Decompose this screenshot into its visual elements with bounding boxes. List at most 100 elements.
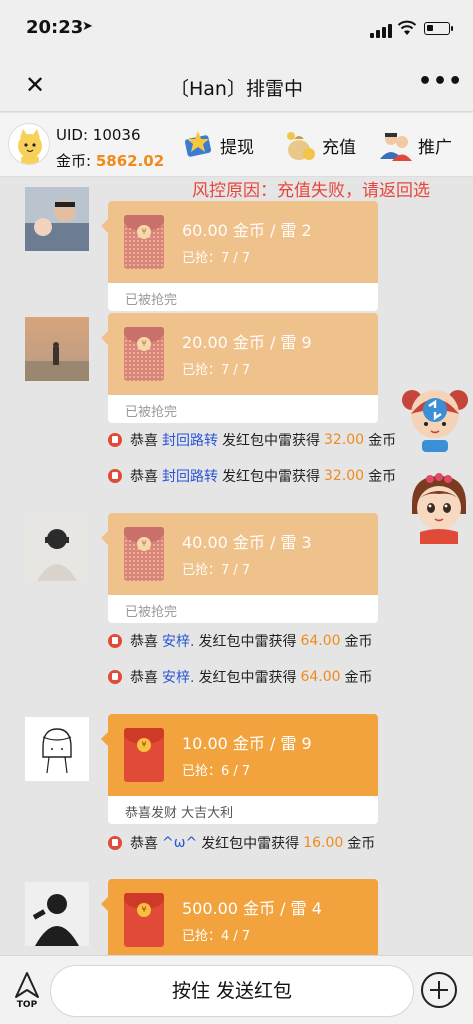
coins-label: 金币: <box>56 152 92 170</box>
sender-avatar[interactable] <box>25 517 89 581</box>
notice-prefix: 恭喜 <box>130 433 158 449</box>
sender-avatar[interactable] <box>25 717 89 781</box>
girl-sticker[interactable] <box>404 470 473 544</box>
arrow-up-icon <box>15 972 39 998</box>
nav-bar: ✕ 〔Han〕排雷中 ••• <box>0 60 473 112</box>
red-envelope-icon: ¥ <box>124 527 164 581</box>
notice-user[interactable]: 封回路转 <box>162 430 218 450</box>
notice-middle: 发红包中雷获得 <box>222 469 320 485</box>
sender-avatar[interactable] <box>25 882 89 946</box>
sender-avatar[interactable] <box>25 187 89 251</box>
red-packet-badge-icon <box>108 469 122 483</box>
packet-footer: 已被抢完 <box>108 395 378 423</box>
red-envelope-icon: ¥ <box>124 327 164 381</box>
red-packet-badge-icon <box>108 836 122 850</box>
notice-amount: 64.00 <box>300 669 341 685</box>
red-packet-card[interactable]: ¥ 10.00 金币 / 雷 9 已抢：6 / 7 恭喜发财 大吉大利 <box>101 714 378 824</box>
recharge-button[interactable]: 充值 <box>282 123 356 167</box>
plus-icon[interactable] <box>421 972 457 1008</box>
notice-middle: 发红包中雷获得 <box>222 433 320 449</box>
bottom-bar: TOP 按住 发送红包 <box>0 955 473 1024</box>
notice-user[interactable]: ^ω^ <box>162 835 197 851</box>
user-avatar[interactable] <box>8 123 50 165</box>
notice-user[interactable]: 安梓. <box>162 667 194 687</box>
withdraw-button[interactable]: 提现 <box>180 123 254 167</box>
notice-amount: 32.00 <box>324 432 365 448</box>
red-packet-badge-icon <box>108 670 122 684</box>
withdraw-label: 提现 <box>220 137 254 158</box>
red-packet-card[interactable]: ¥ 20.00 金币 / 雷 9 已抢：7 / 7 已被抢完 <box>101 313 378 423</box>
system-notice: 恭喜 封回路转 发红包中雷获得 32.00 金币 <box>108 465 396 487</box>
users-icon <box>380 133 412 161</box>
packet-footer: 已被抢完 <box>108 595 378 623</box>
more-options-button[interactable]: ••• <box>418 71 462 98</box>
risk-notice-marquee: 风控原因：充值失败，请返回选 <box>192 181 430 201</box>
photo-avatar-icon <box>25 882 89 946</box>
packet-amount: 10.00 金币 / 雷 9 <box>182 734 312 753</box>
packet-grabbed: 已抢：4 / 7 <box>182 929 251 944</box>
packet-footer: 恭喜发财 大吉大利 <box>108 796 378 824</box>
location-arrow-icon: ➤ <box>82 19 93 34</box>
packet-amount: 60.00 金币 / 雷 2 <box>182 221 312 240</box>
notice-prefix: 恭喜 <box>130 836 158 852</box>
uid-value: 10036 <box>92 126 141 144</box>
notice-amount: 64.00 <box>300 633 341 649</box>
red-packet-card[interactable]: ¥ 60.00 金币 / 雷 2 已抢：7 / 7 已被抢完 <box>101 201 378 311</box>
scroll-top-label: TOP <box>16 1000 38 1010</box>
support-mascot-icon <box>402 390 468 452</box>
cat-avatar-icon <box>18 129 42 164</box>
red-packet-badge-icon <box>108 634 122 648</box>
notice-amount: 32.00 <box>324 468 365 484</box>
chat-area[interactable]: ¥ 60.00 金币 / 雷 2 已抢：7 / 7 已被抢完 ¥ 20.00 金… <box>0 177 473 955</box>
packet-grabbed: 已抢：7 / 7 <box>182 363 251 378</box>
red-envelope-icon: ¥ <box>124 215 164 269</box>
notice-suffix: 金币 <box>344 634 373 650</box>
page-title: 〔Han〕排雷中 <box>170 78 303 100</box>
notice-middle: 发红包中雷获得 <box>198 670 297 686</box>
recharge-label: 充值 <box>322 137 356 158</box>
red-envelope-icon: ¥ <box>124 728 164 782</box>
account-bar: UID: 10036 金币: 5862.02 提现 充值 推广 <box>0 113 473 177</box>
sender-avatar[interactable] <box>25 317 89 381</box>
notice-suffix: 金币 <box>344 670 373 686</box>
red-packet-card[interactable]: ¥ 40.00 金币 / 雷 3 已抢：7 / 7 已被抢完 <box>101 513 378 623</box>
coins-value: 5862.02 <box>95 152 165 170</box>
packet-grabbed: 已抢：6 / 7 <box>182 764 251 779</box>
notice-suffix: 金币 <box>368 433 397 449</box>
coins-row: 金币: 5862.02 <box>56 150 164 171</box>
notice-amount: 16.00 <box>303 835 344 851</box>
scroll-top-button[interactable]: TOP <box>10 970 44 1012</box>
notice-middle: 发红包中雷获得 <box>201 836 300 852</box>
notice-user[interactable]: 安梓. <box>162 631 194 651</box>
packet-amount: 40.00 金币 / 雷 3 <box>182 533 312 552</box>
notice-prefix: 恭喜 <box>130 469 158 485</box>
cellular-signal-icon <box>370 24 392 38</box>
red-packet-badge-icon <box>108 433 122 447</box>
notice-suffix: 金币 <box>368 469 397 485</box>
notice-middle: 发红包中雷获得 <box>198 634 297 650</box>
promote-label: 推广 <box>418 137 452 158</box>
status-time: 20:23 <box>26 17 84 38</box>
photo-avatar-icon <box>25 517 89 581</box>
photo-avatar-icon <box>25 187 89 251</box>
system-notice: 恭喜 安梓. 发红包中雷获得 64.00 金币 <box>108 630 373 652</box>
battery-icon <box>424 22 453 35</box>
notice-user[interactable]: 封回路转 <box>162 466 218 486</box>
promote-button[interactable]: 推广 <box>378 123 452 167</box>
line-drawing-avatar-icon <box>25 717 89 781</box>
packet-amount: 500.00 金币 / 雷 4 <box>182 899 322 918</box>
wifi-icon <box>397 20 417 35</box>
system-notice: 恭喜 ^ω^ 发红包中雷获得 16.00 金币 <box>108 832 375 854</box>
customer-service-sticker[interactable] <box>400 384 470 456</box>
money-bag-icon <box>287 132 315 160</box>
withdraw-icon <box>184 131 212 157</box>
notice-suffix: 金币 <box>347 836 376 852</box>
cartoon-girl-icon <box>412 473 466 544</box>
uid-row: UID: 10036 <box>56 126 141 144</box>
photo-avatar-icon <box>25 317 89 381</box>
uid-label: UID: <box>56 126 89 144</box>
system-notice: 恭喜 封回路转 发红包中雷获得 32.00 金币 <box>108 429 396 451</box>
status-bar: 20:23 ➤ <box>0 0 473 60</box>
red-packet-card[interactable]: ¥ 500.00 金币 / 雷 4 已抢：4 / 7 <box>101 879 378 955</box>
send-red-packet-button[interactable]: 按住 发送红包 <box>50 965 414 1017</box>
